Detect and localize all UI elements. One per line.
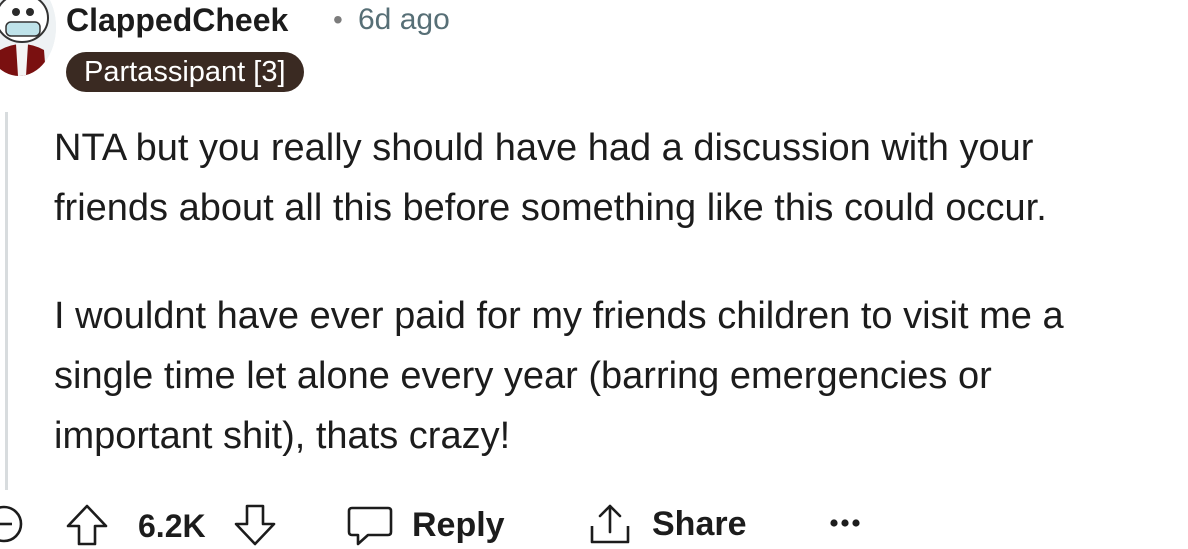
upvote-arrow-icon[interactable] xyxy=(64,502,110,548)
share-label: Share xyxy=(652,504,747,543)
meta-separator: • xyxy=(333,4,343,35)
thread-line[interactable] xyxy=(5,112,8,490)
more-dots-icon[interactable] xyxy=(828,510,862,536)
comment-paragraph: NTA but you really should have had a dis… xyxy=(54,127,1047,229)
avatar[interactable] xyxy=(0,0,56,76)
user-flair: Partassipant [3] xyxy=(66,52,304,92)
share-arrow-icon xyxy=(590,504,630,544)
comment-author[interactable]: ClappedCheek xyxy=(66,0,288,40)
avatar-image xyxy=(0,0,56,76)
comment-body: NTA but you really should have had a dis… xyxy=(54,118,1184,466)
downvote-arrow-icon[interactable] xyxy=(232,502,278,548)
reply-label: Reply xyxy=(412,505,505,544)
reply-button[interactable]: Reply xyxy=(346,502,505,548)
vote-count: 6.2K xyxy=(138,508,206,544)
comment-paragraph: I wouldnt have ever paid for my friends … xyxy=(54,295,1064,457)
share-button[interactable]: Share xyxy=(586,500,747,548)
comment-timestamp[interactable]: 6d ago xyxy=(358,0,450,40)
speech-bubble-icon xyxy=(347,506,393,546)
collapse-icon[interactable] xyxy=(0,504,24,544)
comment-action-bar: 6.2K Reply Share xyxy=(0,500,1188,549)
